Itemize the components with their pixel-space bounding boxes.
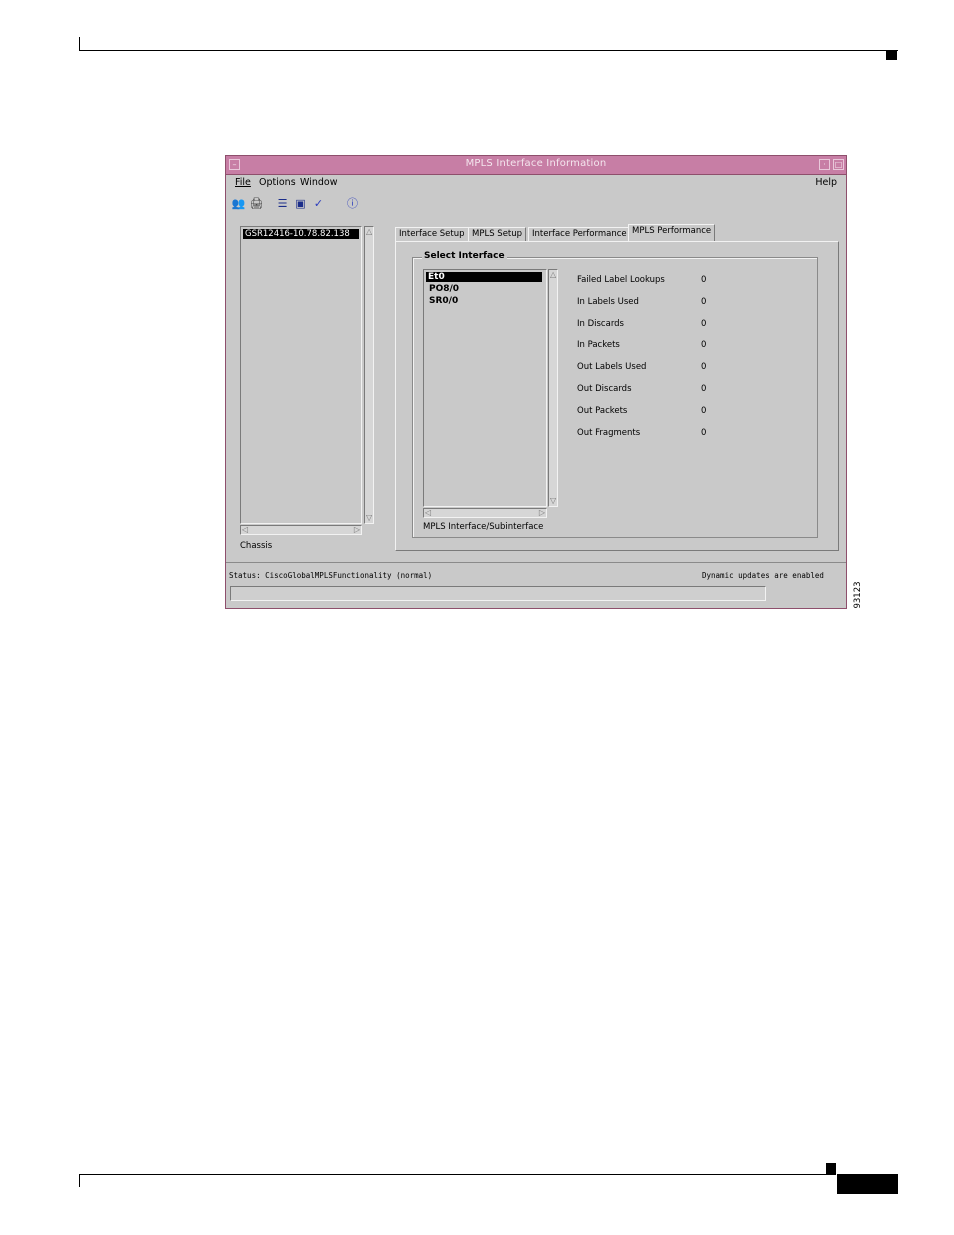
title-bar[interactable]: – MPLS Interface Information · □ [226,156,846,175]
toolbar: 👥 🖨 ☰ ▣ ✓ ⓘ [226,193,846,215]
window-title: MPLS Interface Information [465,158,607,169]
mpls-interface-window: – MPLS Interface Information · □ File Op… [225,155,847,609]
stat-value: 0 [701,275,707,285]
mpls-performance-panel: Select Interface Et0 PO8/0 SR0/0 △ ▽ ◁ ▷… [395,241,839,551]
scroll-down-arrow-icon[interactable]: ▽ [366,514,372,522]
interface-item-selected[interactable]: Et0 [426,272,542,282]
tab-interface-setup[interactable]: Interface Setup [395,227,469,241]
user-icon[interactable]: 👥 [231,196,246,211]
info-icon[interactable]: ⓘ [345,196,360,211]
chassis-list[interactable]: GSR12416-10.78.82.138 [240,226,362,524]
menu-help[interactable]: Help [815,177,837,188]
menu-bar: File Options Window Help [226,175,846,192]
figure-number: 93123 [853,581,863,609]
stat-value: 0 [701,319,707,329]
interface-horizontal-scrollbar[interactable]: ◁ ▷ [423,508,547,518]
print-icon[interactable]: 🖨 [249,196,264,211]
status-divider [226,562,846,563]
maximize-button[interactable]: □ [833,159,844,170]
chassis-horizontal-scrollbar[interactable]: ◁ ▷ [240,525,362,535]
dynamic-updates-text: Dynamic updates are enabled [702,571,824,580]
footer-marker [826,1163,836,1174]
minimize-button[interactable]: · [819,159,830,170]
stat-label: In Discards [577,319,624,329]
tab-mpls-performance[interactable]: MPLS Performance [628,224,716,242]
stat-value: 0 [701,362,707,372]
scroll-right-arrow-icon[interactable]: ▷ [539,509,545,517]
chassis-label: Chassis [240,541,273,551]
interface-list-label: MPLS Interface/Subinterface [423,522,544,532]
scroll-right-arrow-icon[interactable]: ▷ [354,526,360,534]
interface-vertical-scrollbar[interactable]: △ ▽ [548,269,558,507]
tab-mpls-setup[interactable]: MPLS Setup [468,227,527,241]
stat-label: In Packets [577,340,620,350]
footer-rule [79,1174,836,1175]
check-icon[interactable]: ✓ [311,196,326,211]
stat-value: 0 [701,428,707,438]
list-icon[interactable]: ☰ [275,196,290,211]
status-field [230,586,766,601]
stat-label: Out Packets [577,406,628,416]
tab-interface-performance[interactable]: Interface Performance [528,227,631,241]
footer-page-block [837,1174,898,1194]
interface-item[interactable]: SR0/0 [429,296,458,306]
stat-value: 0 [701,406,707,416]
interface-list[interactable]: Et0 PO8/0 SR0/0 [423,269,547,507]
stat-value: 0 [701,297,707,307]
menu-file[interactable]: File [235,177,251,188]
status-text: Status: CiscoGlobalMPLSFunctionality (no… [229,571,433,580]
scroll-left-arrow-icon[interactable]: ◁ [425,509,431,517]
menu-window[interactable]: Window [300,177,337,188]
monitor-icon[interactable]: ▣ [293,196,308,211]
chassis-selected-item[interactable]: GSR12416-10.78.82.138 [243,229,359,239]
stat-label: Out Fragments [577,428,641,438]
stat-label: Out Discards [577,384,632,394]
header-marker [886,50,897,60]
scroll-left-arrow-icon[interactable]: ◁ [242,526,248,534]
chassis-vertical-scrollbar[interactable]: △ ▽ [364,226,374,524]
stat-label: Out Labels Used [577,362,647,372]
scroll-up-arrow-icon[interactable]: △ [366,228,372,236]
stat-label: In Labels Used [577,297,639,307]
footer-left-tick [79,1174,80,1187]
interface-item[interactable]: PO8/0 [429,284,459,294]
menu-options[interactable]: Options [259,177,296,188]
scroll-up-arrow-icon[interactable]: △ [550,271,556,279]
select-interface-title: Select Interface [422,251,507,261]
stat-value: 0 [701,384,707,394]
stat-value: 0 [701,340,707,350]
header-left-tick [79,37,80,50]
scroll-down-arrow-icon[interactable]: ▽ [550,497,556,505]
stat-label: Failed Label Lookups [577,275,665,285]
header-rule [79,50,898,51]
